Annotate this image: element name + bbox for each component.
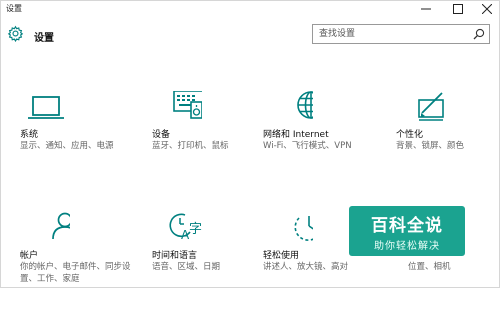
maximize-icon <box>453 4 463 14</box>
search-box[interactable] <box>312 24 490 44</box>
page-title: 设置 <box>34 33 54 44</box>
close-icon <box>482 4 492 14</box>
tile-personalization[interactable]: 个性化 背景、锁屏、颜色 <box>396 91 500 201</box>
tile-title: 网络和 Internet <box>263 130 329 140</box>
tile-description: 蓝牙、打印机、鼠标 <box>152 141 229 151</box>
settings-window: 设置 设置 系统 显示、通知、应用 <box>0 0 500 288</box>
maximize-button[interactable] <box>442 0 474 18</box>
tile-title: 帐户 <box>20 251 39 261</box>
tile-description: 讲述人、放大镜、高对 <box>263 262 349 272</box>
tile-description: 位置、相机 <box>408 262 451 272</box>
globe-icon <box>263 91 313 131</box>
close-button[interactable] <box>474 0 500 18</box>
tile-title: 时间和语言 <box>152 251 198 261</box>
title-bar: 设置 <box>0 0 500 18</box>
watermark-title: 百科全说 <box>371 216 443 236</box>
tile-description: 你的帐户、电子邮件、同步设置、工作、家庭 <box>20 262 131 284</box>
svg-text:字: 字 <box>189 222 202 237</box>
tile-title: 设备 <box>152 130 171 140</box>
minimize-button[interactable] <box>410 0 442 18</box>
tile-title: 轻松使用 <box>263 251 300 261</box>
tile-devices[interactable]: 设备 蓝牙、打印机、鼠标 <box>152 91 270 201</box>
watermark-logo: 百科全说 助你轻松解决 <box>349 206 465 256</box>
gear-icon <box>7 25 24 42</box>
ease-of-access-icon <box>263 212 313 252</box>
tile-accounts[interactable]: 帐户 你的帐户、电子邮件、同步设置、工作、家庭 <box>20 212 138 322</box>
tile-description: 背景、锁屏、颜色 <box>396 141 465 151</box>
watermark-subtitle: 助你轻松解决 <box>374 241 440 252</box>
search-input[interactable] <box>313 25 469 43</box>
window-title: 设置 <box>6 4 22 13</box>
tile-description: 显示、通知、应用、电源 <box>20 141 114 151</box>
monitor-icon <box>20 91 70 131</box>
tile-description: 语音、区域、日期 <box>152 262 221 272</box>
person-icon <box>20 212 70 252</box>
minimize-icon <box>421 8 431 10</box>
tile-description: Wi-Fi、飞行模式、VPN <box>263 141 352 151</box>
search-icon[interactable] <box>473 28 485 40</box>
devices-icon <box>152 91 202 131</box>
tile-time-language[interactable]: A 字 时间和语言 语音、区域、日期 <box>152 212 270 322</box>
time-language-icon: A 字 <box>152 212 202 252</box>
tile-title: 系统 <box>20 130 39 140</box>
tile-system[interactable]: 系统 显示、通知、应用、电源 <box>20 91 138 201</box>
tile-title: 个性化 <box>396 130 424 140</box>
paint-brush-icon <box>396 91 446 131</box>
tile-network[interactable]: 网络和 Internet Wi-Fi、飞行模式、VPN <box>263 91 381 201</box>
